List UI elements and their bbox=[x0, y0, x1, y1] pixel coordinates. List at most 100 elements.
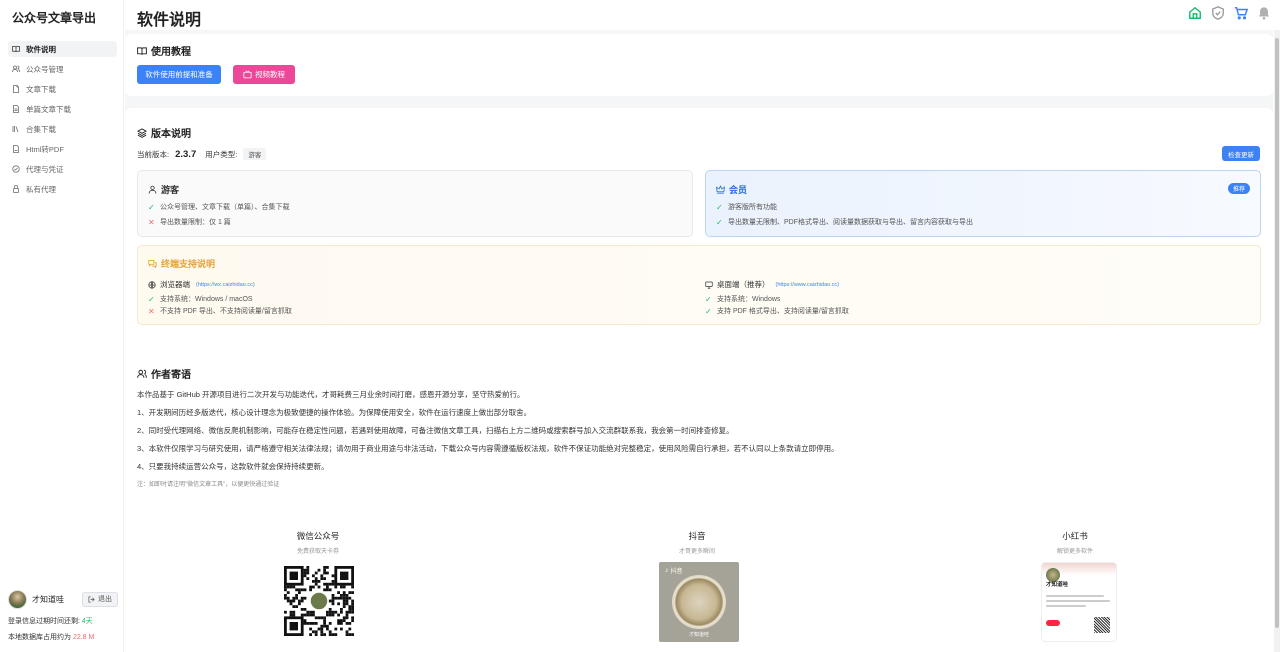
sidebar-item-software-info[interactable]: 软件说明 bbox=[8, 41, 117, 57]
author-paragraph: 2、同时受代理网络、微信反爬机制影响，可能存在稳定性问题，若遇到使用故障，可备注… bbox=[137, 426, 734, 435]
douyin-code-ring bbox=[672, 575, 726, 629]
video-tutorial-button[interactable]: 视频教程 bbox=[233, 65, 295, 84]
check-icon: ✓ bbox=[148, 294, 155, 304]
check-icon: ✓ bbox=[716, 202, 723, 212]
user-type-tag: 游客 bbox=[243, 148, 267, 160]
book-icon bbox=[12, 45, 20, 53]
sidebar-item-html-to-pdf[interactable]: Html转PDF bbox=[8, 141, 117, 157]
sidebar-item-label: 文章下载 bbox=[26, 84, 56, 94]
guest-feature-text: 公众号管理、文章下载（单篇）、合集下载 bbox=[160, 204, 290, 211]
tutorial-card: 使用教程 软件使用前提和准备 视频教程 bbox=[125, 34, 1273, 96]
storage-label: 本地数据库占用约为 bbox=[8, 634, 73, 641]
desktop-feature-text: 支持系统：Windows bbox=[717, 296, 781, 303]
author-title-text: 作者寄语 bbox=[151, 370, 191, 381]
wechat-subtitle: 免费获取天卡券 bbox=[296, 549, 339, 555]
xiaohongshu-title: 小红书 bbox=[1062, 531, 1088, 541]
browser-platform: 浏览器端 (https://wx.caizhidao.cc) bbox=[148, 279, 255, 290]
video-tutorial-button-label: 视频教程 bbox=[255, 70, 285, 79]
prerequisites-button[interactable]: 软件使用前提和准备 bbox=[137, 65, 221, 84]
lock-icon bbox=[12, 185, 20, 193]
author-paragraph: 本作品基于 GitHub 开源项目进行二次开发与功能迭代，才哥耗费三月业余时间打… bbox=[137, 390, 525, 399]
main-content: 使用教程 软件使用前提和准备 视频教程 版本说明 当前版本: 2.3.7 用户类… bbox=[125, 30, 1273, 652]
douyin-label: ♪ 抖音 bbox=[665, 566, 683, 575]
scrollbar-thumb[interactable] bbox=[1275, 38, 1279, 628]
logout-label: 退出 bbox=[98, 596, 112, 603]
guest-tier-title: 游客 bbox=[148, 183, 179, 196]
shield-check-icon[interactable] bbox=[1211, 6, 1225, 20]
desktop-feature: ✓ 支持 PDF 格式导出、支持阅读量/留言抓取 bbox=[705, 306, 849, 316]
guest-tier-title-text: 游客 bbox=[161, 185, 180, 195]
tv-icon bbox=[243, 70, 252, 79]
users-icon bbox=[12, 65, 20, 73]
member-feature: ✓ 导出数量无限制、PDF格式导出、阅读量数据获取与导出、留言内容获取与导出 bbox=[716, 217, 973, 227]
terminal-support-title-text: 终端支持说明 bbox=[161, 259, 216, 269]
version-card: 版本说明 bbox=[125, 108, 1273, 366]
xhs-line bbox=[1046, 600, 1110, 602]
app-title: 公众号文章导出 bbox=[12, 11, 97, 25]
tutorial-title: 使用教程 bbox=[137, 43, 191, 58]
check-update-button[interactable]: 检查更新 bbox=[1222, 146, 1260, 161]
sidebar-item-private-proxy[interactable]: 私有代理 bbox=[8, 181, 117, 197]
check-icon: ✓ bbox=[705, 294, 712, 304]
sidebar-item-label: 代理与凭证 bbox=[26, 164, 64, 174]
douyin-label-text: 抖音 bbox=[670, 569, 683, 575]
scrollbar[interactable] bbox=[1274, 30, 1280, 652]
tiktok-icon: ♪ bbox=[665, 567, 669, 574]
sidebar-item-proxy-credentials[interactable]: 代理与凭证 bbox=[8, 161, 117, 177]
sidebar-item-label: 单篇文章下载 bbox=[26, 104, 71, 114]
xhs-account-name: 才知道哇 bbox=[1046, 582, 1069, 588]
recommend-badge: 推荐 bbox=[1227, 183, 1250, 194]
douyin-qr-card: ♪ 抖音 才知道哇 bbox=[659, 562, 739, 642]
current-version-value: 2.3.7 bbox=[175, 148, 197, 160]
file-text-icon bbox=[12, 105, 20, 113]
file-pdf-icon bbox=[12, 145, 20, 153]
version-title-text: 版本说明 bbox=[151, 129, 191, 140]
page-title: 软件说明 bbox=[137, 12, 202, 29]
browser-feature-text: 支持系统：Windows / macOS bbox=[160, 296, 253, 303]
wechat-qr-code bbox=[284, 566, 354, 636]
layers-icon bbox=[137, 127, 147, 138]
member-feature-text: 游客版所有功能 bbox=[728, 204, 777, 211]
logout-icon bbox=[88, 596, 95, 602]
prerequisites-button-label: 软件使用前提和准备 bbox=[145, 70, 213, 79]
book-open-icon bbox=[137, 46, 147, 55]
douyin-account-name: 才知道哇 bbox=[688, 632, 709, 638]
check-icon: ✓ bbox=[148, 202, 155, 212]
desktop-platform-name: 桌面端（推荐） bbox=[717, 280, 770, 289]
cross-icon: ✕ bbox=[148, 306, 155, 316]
shield-icon bbox=[12, 165, 20, 173]
login-expire-label: 登录信息过期时间还剩: bbox=[8, 618, 82, 625]
bell-icon[interactable] bbox=[1257, 6, 1271, 20]
author-title: 作者寄语 bbox=[137, 366, 191, 381]
cart-icon[interactable] bbox=[1234, 6, 1248, 20]
browser-platform-name: 浏览器端 bbox=[160, 280, 190, 289]
user-icon bbox=[148, 185, 157, 194]
desktop-platform-link[interactable]: (https://www.caizhidao.cc) bbox=[776, 282, 840, 288]
user-name: 才知道哇 bbox=[32, 594, 64, 604]
logout-button[interactable]: 退出 bbox=[82, 591, 118, 607]
member-tier-card: 会员 推荐 ✓ 游客版所有功能 ✓ 导出数量无限制、PDF格式导出、阅读量数据获取与… bbox=[705, 170, 1261, 237]
sidebar-item-single-download[interactable]: 单篇文章下载 bbox=[8, 101, 117, 117]
sidebar-item-article-download[interactable]: 文章下载 bbox=[8, 81, 117, 97]
douyin-subtitle: 才哥更多瞬间 bbox=[678, 549, 715, 555]
member-tier-title: 会员 bbox=[716, 183, 747, 196]
terminal-support-panel: 终端支持说明 浏览器端 (https://wx.caizhidao.cc) ✓ 支… bbox=[137, 245, 1261, 325]
guest-feature: ✕ 导出数量限制：仅 1 篇 bbox=[148, 217, 231, 227]
xiaohongshu-block: 小红书 解锁更多软件 bbox=[1015, 530, 1135, 555]
wechat-block: 微信公众号 免费获取天卡券 bbox=[258, 530, 378, 555]
home-icon[interactable] bbox=[1188, 6, 1202, 20]
avatar bbox=[8, 589, 27, 609]
check-icon: ✓ bbox=[716, 217, 723, 227]
sidebar-item-account-manage[interactable]: 公众号管理 bbox=[8, 61, 117, 77]
sidebar: 公众号文章导出 软件说明 公众号管理 文章下载 单篇文章下载 合集下载 Html… bbox=[0, 0, 124, 652]
browser-feature-text: 不支持 PDF 导出、不支持阅读量/留言抓取 bbox=[160, 308, 292, 315]
member-tier-title-text: 会员 bbox=[729, 185, 748, 195]
terminal-support-title: 终端支持说明 bbox=[148, 257, 215, 270]
crown-icon bbox=[716, 185, 725, 194]
sidebar-item-label: 私有代理 bbox=[26, 184, 56, 194]
browser-platform-link[interactable]: (https://wx.caizhidao.cc) bbox=[196, 282, 255, 288]
browser-feature: ✕ 不支持 PDF 导出、不支持阅读量/留言抓取 bbox=[148, 306, 292, 316]
browser-feature: ✓ 支持系统：Windows / macOS bbox=[148, 294, 253, 304]
sidebar-item-collection-download[interactable]: 合集下载 bbox=[8, 121, 117, 137]
author-paragraph: 3、本软件仅限学习与研究使用，请严格遵守相关法律法规；请勿用于商业用途与非法活动… bbox=[137, 444, 839, 453]
